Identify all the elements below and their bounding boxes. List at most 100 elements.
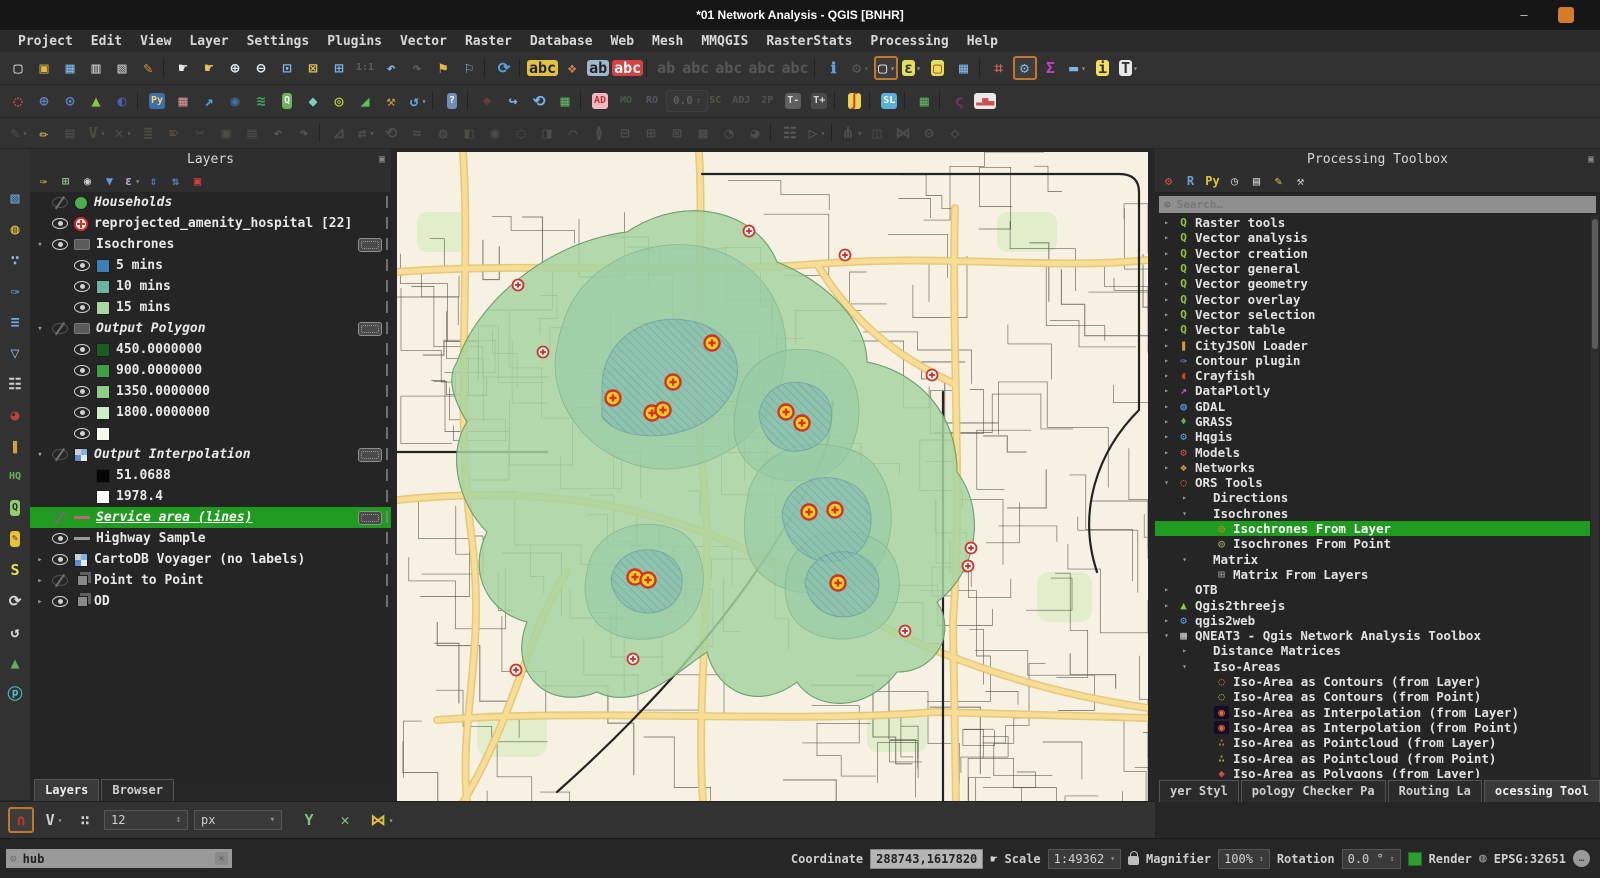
expander-icon[interactable]: ▸ [1161, 585, 1172, 594]
alg-iso-polygons-layer[interactable]: ◆ Iso-Area as Polygons (from Layer) [1155, 766, 1590, 778]
group-qgis2threejs[interactable]: ▸ ▲ Qgis2threejs [1155, 597, 1590, 612]
menu-item[interactable]: Database [522, 33, 601, 50]
elevation-profile-icon[interactable]: ς [947, 89, 971, 113]
snapping-type-icon[interactable]: ∷ [72, 807, 98, 833]
toolbar-icon[interactable] [830, 121, 837, 145]
visibility-eye-icon[interactable] [52, 238, 68, 251]
rotation-spinner[interactable]: 0.0 °↕ [1342, 849, 1401, 869]
paste-features-icon[interactable]: ▤ [240, 121, 264, 145]
tab-routing-layer[interactable]: Routing La [1388, 780, 1482, 802]
alg-iso-contours-layer[interactable]: ◌ Iso-Area as Contours (from Layer) [1155, 674, 1590, 689]
visibility-eye-icon[interactable] [52, 574, 68, 587]
open-attribute-table-icon[interactable]: ▦ [952, 56, 976, 80]
measure-icon[interactable]: ▬ [1065, 56, 1089, 80]
cad-ad-button[interactable]: AD [588, 89, 612, 113]
redo-icon[interactable]: ↷ [292, 121, 316, 145]
expander-icon[interactable]: ▸ [1161, 264, 1172, 273]
toolbar-icon[interactable] [318, 121, 325, 145]
group-od[interactable]: ▸ OD [30, 591, 391, 612]
tab-processing-toolbox[interactable]: ocessing Tool [1484, 780, 1600, 802]
processing-search-icon[interactable]: Q [275, 89, 299, 113]
cut-features-icon[interactable]: ✂ [188, 121, 212, 145]
class-900[interactable]: 900.0000000 [30, 360, 391, 381]
expander-icon[interactable]: ▸ [1161, 417, 1172, 426]
add-ring-icon[interactable]: ◍ [431, 121, 455, 145]
filter-legend-icon[interactable]: ▼ [100, 172, 119, 191]
expander-icon[interactable]: ▾ [34, 450, 46, 460]
add-spatialite-layer-icon[interactable]: ✑ [4, 280, 26, 302]
contour-plugin-icon[interactable]: ◎ [327, 89, 351, 113]
layer-indicator-badge[interactable] [358, 322, 382, 336]
group-dataplotly[interactable]: ▸ ↗ DataPlotly [1155, 383, 1590, 398]
processing-scrollbar[interactable] [1591, 215, 1599, 778]
coordinate-box[interactable]: 288743,1617820 [870, 849, 983, 869]
multi-layer-select-icon[interactable]: ☷ [778, 121, 802, 145]
visibility-eye-icon[interactable] [74, 280, 90, 293]
map-tips-icon[interactable]: i [1091, 56, 1115, 80]
tab-layers[interactable]: Layers [34, 779, 99, 801]
expander-icon[interactable]: ▾ [1179, 555, 1190, 564]
layer-diagram-icon[interactable]: ❖ [560, 56, 584, 80]
layer-15-mins[interactable]: 15 mins [30, 297, 391, 318]
lock-scale-icon[interactable] [1128, 856, 1139, 865]
class-1800[interactable]: 1800.0000000 [30, 402, 391, 423]
cad-t-minus-button[interactable]: T- [781, 89, 805, 113]
snap-on-intersection-icon[interactable]: ✕ [332, 807, 358, 833]
group-distance-matrices[interactable]: ▸ Distance Matrices [1155, 643, 1590, 658]
expander-icon[interactable]: ▾ [1161, 478, 1172, 487]
cad-mo-button[interactable]: MO [614, 89, 638, 113]
slyr-icon[interactable]: SL [877, 89, 901, 113]
qgis2web-icon[interactable]: ◉ [223, 89, 247, 113]
toolbar-icon[interactable] [518, 56, 525, 80]
visibility-eye-icon[interactable] [52, 196, 68, 209]
avoid-overlap-icon[interactable]: ⋈ [368, 807, 394, 833]
pan-to-selection-icon[interactable]: ☛ [197, 56, 221, 80]
simplify-feature-icon[interactable]: ≈ [405, 121, 429, 145]
toolbar-icon[interactable] [868, 89, 875, 113]
layout-manager-icon[interactable]: ▧ [110, 56, 134, 80]
toolbar-icon[interactable] [579, 89, 586, 113]
layer-5-mins[interactable]: 5 mins [30, 255, 391, 276]
toolbar-icon[interactable] [136, 89, 143, 113]
menu-item[interactable]: Edit [83, 33, 130, 50]
zoom-to-layer-icon[interactable]: ⊞ [327, 56, 351, 80]
fill-ring-icon[interactable]: ◉ [483, 121, 507, 145]
toolbar-icon[interactable] [833, 89, 840, 113]
snapping-toggle-icon[interactable]: ∩ [8, 807, 34, 833]
scale-select[interactable]: 1:49362▾ [1048, 849, 1121, 869]
expand-all-icon[interactable]: ⇕ [144, 172, 163, 191]
mmqgis-grid-icon[interactable]: ▦ [171, 89, 195, 113]
add-table-icon[interactable]: ▦ [912, 89, 936, 113]
zoom-in-icon[interactable]: ⊕ [223, 56, 247, 80]
group-otb[interactable]: ▸ OTB [1155, 582, 1590, 597]
coordinate-tracking-icon[interactable]: ☛ [990, 852, 997, 866]
snapping-units-select[interactable]: px▾ [194, 810, 282, 830]
add-wms-layer-icon[interactable]: ◍ [4, 218, 26, 240]
group-isochrones[interactable]: ▾ Isochrones [1155, 506, 1590, 521]
split-features-icon[interactable]: ⊟ [613, 121, 637, 145]
cityjson-loader-icon[interactable]: ❚ [4, 435, 26, 457]
multiedit-attributes-icon[interactable]: ≣ [136, 121, 160, 145]
osm-place-search-icon[interactable]: Q [4, 497, 26, 519]
expander-icon[interactable]: ▸ [1161, 218, 1172, 227]
zoom-full-icon[interactable]: ⊡ [275, 56, 299, 80]
layer-10-mins[interactable]: 10 mins [30, 276, 391, 297]
group-vector-table[interactable]: ▸ Q Vector table [1155, 322, 1590, 337]
processing-toolbox-icon[interactable]: ⚙ [1013, 56, 1037, 80]
expander-icon[interactable]: ▸ [1161, 356, 1172, 365]
digitize-with-segment-icon[interactable]: V [84, 121, 108, 145]
panel-dock-icon[interactable]: ▣ [379, 154, 385, 165]
build-tools-icon[interactable]: ⚒ [379, 89, 403, 113]
cad-adj-button[interactable]: ADJ [729, 89, 753, 113]
visibility-eye-icon[interactable] [52, 511, 68, 524]
profile-tool-icon[interactable]: ◢ [353, 89, 377, 113]
messages-icon[interactable]: … [1573, 850, 1590, 867]
refresh-map-icon[interactable]: ⟳ [492, 56, 516, 80]
group-output-interpolation[interactable]: ▾ Output Interpolation [30, 444, 391, 465]
toolbar-icon[interactable] [483, 56, 490, 80]
save-project-icon[interactable]: ▦ [58, 56, 82, 80]
visibility-eye-icon[interactable] [74, 406, 90, 419]
identify-features-icon[interactable]: ℹ [822, 56, 846, 80]
quickosm-icon[interactable]: ✎ [4, 528, 26, 550]
help-icon[interactable]: ? [440, 89, 464, 113]
